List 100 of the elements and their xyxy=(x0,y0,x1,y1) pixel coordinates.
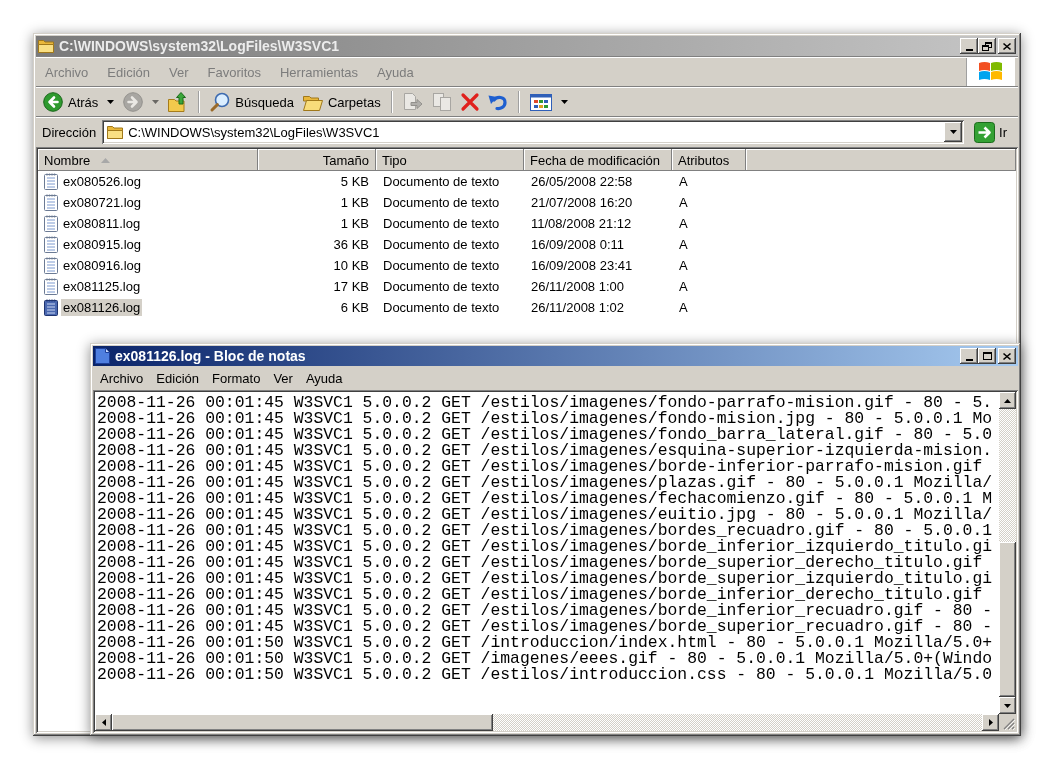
table-cell-text: 5 KB xyxy=(339,174,370,189)
log-line: 2008-11-26 00:01:45 W3SVC1 5.0.0.2 GET /estilos/imagenes/borde_superior_derecho_titulo.gif xyxy=(97,555,983,571)
down-arrow-icon xyxy=(1004,703,1011,708)
table-cell-text: 26/05/2008 22:58 xyxy=(530,174,634,189)
copy-icon xyxy=(431,93,452,111)
table-cell-text: A xyxy=(678,279,689,294)
log-line: 2008-11-26 00:01:45 W3SVC1 5.0.0.2 GET /estilos/imagenes/fondo-parrafo-mision.gif - 80 - 5. xyxy=(97,395,994,411)
table-cell-text: 16/09/2008 0:11 xyxy=(530,237,625,252)
right-arrow-icon xyxy=(988,719,993,726)
table-cell-text: 17 KB xyxy=(332,279,370,294)
up-arrow-icon xyxy=(1004,398,1011,403)
menu-item[interactable]: Ayuda xyxy=(305,370,343,386)
log-line: 2008-11-26 00:01:45 W3SVC1 5.0.0.2 GET /estilos/imagenes/borde_inferior_izquierdo_titulo.gi xyxy=(97,539,994,555)
document-icon xyxy=(95,348,110,364)
menu-item[interactable]: Edición xyxy=(156,370,199,386)
close-button[interactable] xyxy=(998,38,1016,54)
scroll-right-button[interactable] xyxy=(982,714,999,731)
table-cell-text: Documento de texto xyxy=(382,300,501,315)
folders-button[interactable]: Carpetas xyxy=(299,89,384,115)
restore-button[interactable] xyxy=(978,38,996,54)
folder-icon xyxy=(107,125,124,139)
file-name[interactable]: ex080916.log xyxy=(61,257,144,274)
open-folder-icon xyxy=(302,93,323,111)
table-cell-text: 1 KB xyxy=(339,216,370,231)
log-line: 2008-11-26 00:01:45 W3SVC1 5.0.0.2 GET /estilos/imagenes/borde_inferior_derecho_titulo.gif xyxy=(97,587,983,603)
table-cell-text: A xyxy=(678,300,689,315)
table-cell-text: 36 KB xyxy=(332,237,370,252)
table-cell-text: A xyxy=(678,258,689,273)
log-line: 2008-11-26 00:01:45 W3SVC1 5.0.0.2 GET /estilos/imagenes/borde_superior_recuadro.gif - 80 - xyxy=(97,619,994,635)
column-header[interactable]: Tamaño xyxy=(258,149,376,171)
minimize-button[interactable] xyxy=(960,38,978,54)
scrollbar-thumb[interactable] xyxy=(999,542,1016,697)
text-area[interactable] xyxy=(95,392,999,714)
folder-up-arrow-icon xyxy=(168,92,189,112)
go-button[interactable]: Ir xyxy=(964,119,1015,145)
log-line: 2008-11-26 00:01:45 W3SVC1 5.0.0.2 GET /estilos/imagenes/fechacomienzo.gif - 80 - 5.0.0.1 M xyxy=(97,491,994,507)
table-cell-text: A xyxy=(678,216,689,231)
file-name[interactable]: ex080811.log xyxy=(61,215,143,232)
caret-icon xyxy=(949,130,957,134)
table-cell-text: 16/09/2008 23:41 xyxy=(530,258,634,273)
table-cell-text: Documento de texto xyxy=(382,279,501,294)
log-line: 2008-11-26 00:01:45 W3SVC1 5.0.0.2 GET /estilos/imagenes/bordes_recuadro.gif - 80 - 5.0.0.1 xyxy=(97,523,994,539)
table-cell-text: A xyxy=(678,195,689,210)
file-name[interactable]: ex080915.log xyxy=(61,236,144,253)
table-cell-text: 21/07/2008 16:20 xyxy=(530,195,634,210)
column-header[interactable]: Atributos xyxy=(672,149,746,171)
column-header[interactable]: Nombre xyxy=(38,149,258,171)
four-color-flag-icon xyxy=(966,58,1015,86)
dropdown-button[interactable] xyxy=(944,122,963,142)
log-line: 2008-11-26 00:01:45 W3SVC1 5.0.0.2 GET /estilos/imagenes/fondo-mision.jpg - 80 - 5.0.0.1 Mo xyxy=(97,411,994,427)
scroll-down-button[interactable] xyxy=(999,697,1016,714)
file-name[interactable]: ex081126.log xyxy=(61,299,143,316)
file-name[interactable]: ex081125.log xyxy=(61,278,143,295)
table-cell-text: Documento de texto xyxy=(382,195,501,210)
folder-icon xyxy=(38,39,54,53)
table-cell-text: A xyxy=(678,174,689,189)
window-title: C:\WINDOWS\system32\LogFiles\W3SVC1 xyxy=(58,38,341,54)
resize-grip-icon xyxy=(1003,718,1015,730)
table-cell-text: Documento de texto xyxy=(382,237,501,252)
menu-item[interactable]: Formato xyxy=(212,370,261,386)
scroll-left-button[interactable] xyxy=(95,714,112,731)
log-line: 2008-11-26 00:01:50 W3SVC1 5.0.0.2 GET /estilos/introduccion.css - 80 - 5.0.0.1 Mozilla/5.0 xyxy=(97,667,994,683)
log-line: 2008-11-26 00:01:45 W3SVC1 5.0.0.2 GET /estilos/imagenes/borde-inferior-parrafo-mision.gif xyxy=(97,459,983,475)
table-cell-text: 26/11/2008 1:02 xyxy=(530,300,625,315)
log-line: 2008-11-26 00:01:50 W3SVC1 5.0.0.2 GET /introduccion/index.html - 80 - 5.0.0.1 Mozilla/5.0+ xyxy=(97,635,994,651)
table-cell-text: Documento de texto xyxy=(382,258,501,273)
delete-icon xyxy=(460,93,479,111)
table-cell-text: 11/08/2008 21:12 xyxy=(530,216,633,231)
log-line: 2008-11-26 00:01:45 W3SVC1 5.0.0.2 GET /estilos/imagenes/borde_inferior_recuadro.gif - 80 - xyxy=(97,603,994,619)
log-line: 2008-11-26 00:01:45 W3SVC1 5.0.0.2 GET /estilos/imagenes/euitio.jpg - 80 - 5.0.0.1 Mozilla/ xyxy=(97,507,994,523)
table-cell-text: 6 KB xyxy=(339,300,370,315)
minimize-button[interactable] xyxy=(960,348,978,364)
log-line: 2008-11-26 00:01:45 W3SVC1 5.0.0.2 GET /estilos/imagenes/borde_superior_izquierdo_titulo.gi xyxy=(97,571,994,587)
window-title: ex081126.log - Bloc de notas xyxy=(114,348,307,364)
menu-item[interactable]: Ver xyxy=(273,370,293,386)
column-header[interactable]: Fecha de modificación xyxy=(524,149,672,171)
back-button[interactable]: Atrás xyxy=(40,89,118,115)
column-header[interactable]: Tipo xyxy=(376,149,524,171)
log-line: 2008-11-26 00:01:45 W3SVC1 5.0.0.2 GET /estilos/imagenes/esquina-superior-izquierda-mision. xyxy=(97,443,994,459)
maximize-icon xyxy=(982,352,992,360)
left-arrow-icon xyxy=(101,719,106,726)
log-line: 2008-11-26 00:01:45 W3SVC1 5.0.0.2 GET /estilos/imagenes/plazas.gif - 80 - 5.0.0.1 Mozilla/ xyxy=(97,475,994,491)
menu-item[interactable]: Archivo xyxy=(100,370,144,386)
minimize-icon xyxy=(965,48,973,51)
minimize-icon xyxy=(965,358,973,361)
scrollbar-thumb[interactable] xyxy=(112,714,493,731)
table-cell-text: 1 KB xyxy=(339,195,370,210)
file-name[interactable]: ex080526.log xyxy=(61,173,144,190)
file-name[interactable]: ex080721.log xyxy=(61,194,144,211)
close-icon xyxy=(1003,42,1011,50)
address-field[interactable]: C:\WINDOWS\system32\LogFiles\W3SVC1 xyxy=(102,120,965,144)
close-button[interactable] xyxy=(998,348,1016,364)
maximize-button[interactable] xyxy=(978,348,996,364)
scroll-up-button[interactable] xyxy=(999,392,1016,409)
table-cell-text: Documento de texto xyxy=(382,174,501,189)
undo-icon xyxy=(487,93,508,111)
search-button[interactable]: Búsqueda xyxy=(207,89,297,115)
restore-icon xyxy=(982,41,992,51)
document-arrow-icon xyxy=(402,93,423,111)
close-icon xyxy=(1003,352,1011,360)
